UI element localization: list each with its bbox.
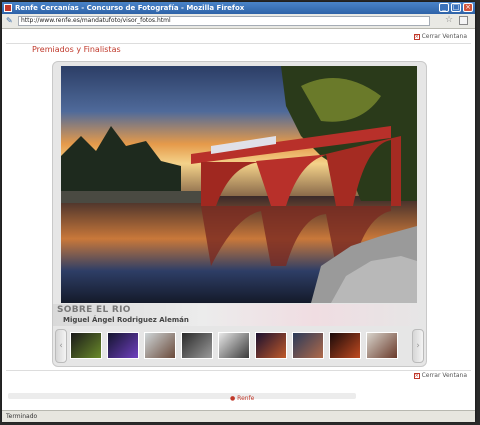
thumbnail[interactable] [218,332,250,359]
footer-bar [8,393,356,399]
main-photo[interactable] [61,66,417,303]
close-window-button[interactable]: × [463,3,473,12]
photo-author: Miguel Ángel Rodriguez Alemán [63,316,189,324]
thumbnail[interactable] [329,332,361,359]
title-bar: Renfe Cercanías - Concurso de Fotografía… [2,2,475,14]
next-arrow-button[interactable]: › [412,329,424,363]
photo-title: SOBRE EL RIO [57,305,131,315]
status-text: Terminado [6,413,38,420]
close-window-link-top[interactable]: × Cerrar Ventana [413,33,467,40]
bridge-photo-image [61,66,417,303]
thumbnail[interactable] [366,332,398,359]
renfe-footer-link[interactable]: ● Renfe [230,395,254,402]
thumbnail-strip: ‹ › [53,326,426,366]
close-window-link-bottom[interactable]: × Cerrar Ventana [413,372,467,379]
page-icon: ✎ [6,16,13,25]
renfe-favicon-icon [4,4,12,12]
thumbnail[interactable] [255,332,287,359]
photo-viewer: SOBRE EL RIO Miguel Ángel Rodriguez Alem… [52,61,427,367]
minimize-button[interactable]: _ [439,3,449,12]
previous-arrow-button[interactable]: ‹ [55,329,67,363]
photo-caption: SOBRE EL RIO Miguel Ángel Rodriguez Alem… [53,304,426,326]
thumbnail[interactable] [107,332,139,359]
close-icon: × [413,33,420,40]
thumbnail[interactable] [70,332,102,359]
browser-window: Renfe Cercanías - Concurso de Fotografía… [2,2,475,422]
address-bar: ✎ http://www.renfe.es/mandatufoto/visor_… [2,14,475,29]
renfe-logo-icon: ● [230,395,236,402]
page-title: Premiados y Finalistas [32,45,121,54]
window-title: Renfe Cercanías - Concurso de Fotografía… [15,4,245,12]
status-bar: Terminado [2,410,475,422]
thumbnail[interactable] [292,332,324,359]
bookmarks-icon[interactable] [459,16,468,25]
url-input[interactable]: http://www.renfe.es/mandatufoto/visor_fo… [18,16,430,26]
close-window-label: Cerrar Ventana [421,372,467,379]
footer-link-label: Renfe [237,395,255,402]
maximize-button[interactable]: □ [451,3,461,12]
divider [6,43,471,44]
thumbnail[interactable] [181,332,213,359]
bookmark-star-icon[interactable]: ☆ [445,16,453,25]
close-window-label: Cerrar Ventana [421,33,467,40]
close-icon: × [413,372,420,379]
thumbnail[interactable] [144,332,176,359]
page-content: ×Cerrar Ventana Premiados y Finalistas [2,29,475,410]
divider [6,370,471,371]
